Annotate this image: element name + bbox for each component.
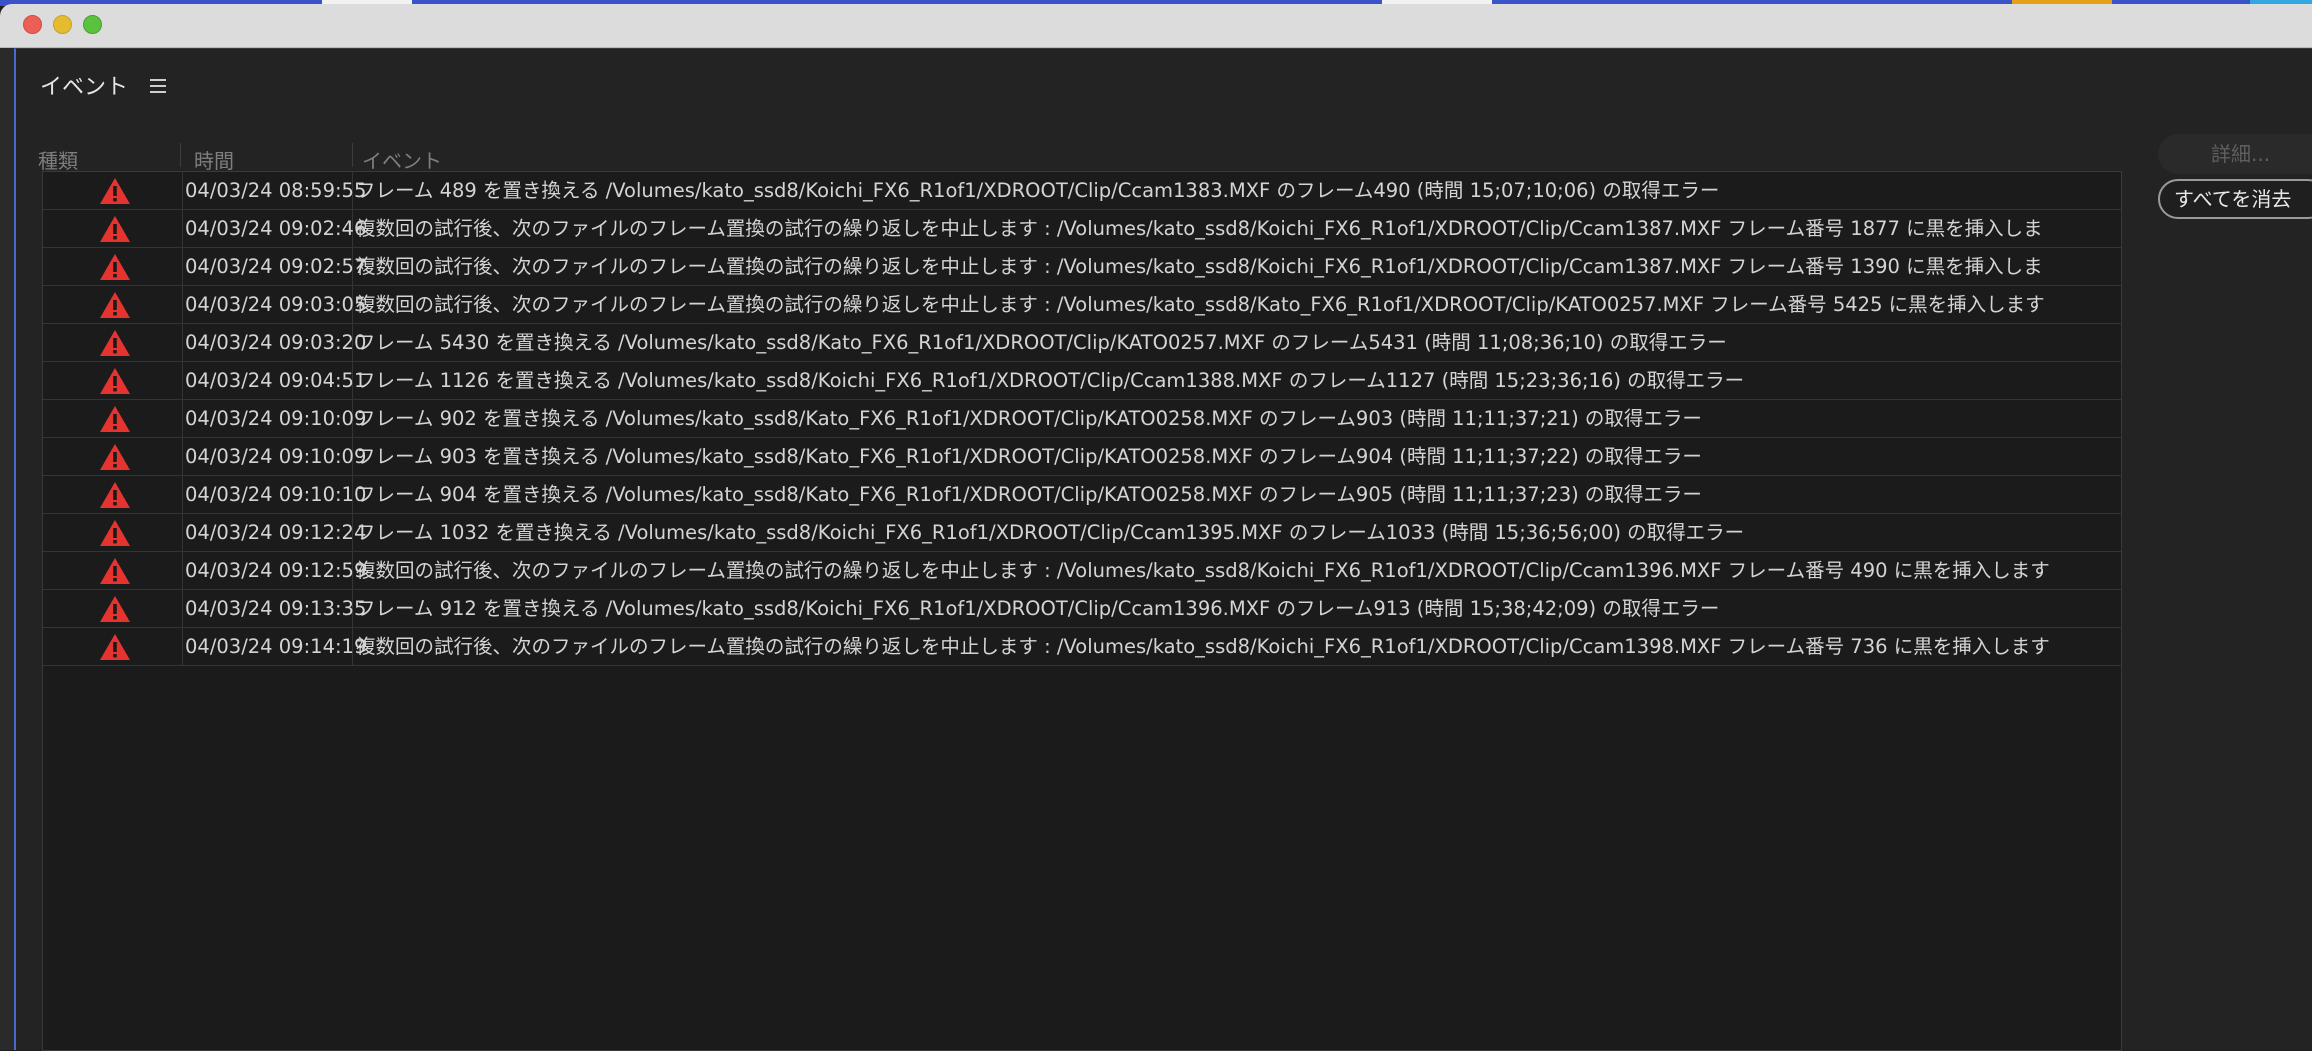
events-table: 種類 時間 イベント 04/03/24 08:59:55 フレーム 489 を置き… [28,139,2122,1051]
cell-event: フレーム 904 を置き換える /Volumes/kato_ssd8/Kato_… [356,483,1702,506]
cell-time: 04/03/24 09:10:09 [183,400,366,437]
warning-icon [100,368,130,394]
panel-title: イベント [40,75,129,100]
table-row[interactable]: 04/03/24 09:12:24 フレーム 1032 を置き換える /Volum… [43,514,2121,552]
cell-time: 04/03/24 09:10:10 [183,476,366,513]
minimize-window-button[interactable] [53,15,72,34]
table-row[interactable]: 04/03/24 08:59:55 フレーム 489 を置き換える /Volume… [43,172,2121,210]
table-row[interactable]: 04/03/24 09:03:20 フレーム 5430 を置き換える /Volum… [43,324,2121,362]
window-titlebar[interactable] [0,4,2312,48]
warning-icon [100,216,130,242]
table-row[interactable]: 04/03/24 09:10:09 フレーム 902 を置き換える /Volume… [43,400,2121,438]
cell-type [43,286,183,323]
table-row[interactable]: 04/03/24 09:10:10 フレーム 904 を置き換える /Volume… [43,476,2121,514]
cell-type [43,438,183,475]
table-row[interactable]: 04/03/24 09:13:35 フレーム 912 を置き換える /Volume… [43,590,2121,628]
cell-event: フレーム 912 を置き換える /Volumes/kato_ssd8/Koich… [356,597,1720,620]
warning-icon [100,406,130,432]
warning-icon [100,634,130,660]
table-row[interactable]: 04/03/24 09:02:57 複数回の試行後、次のファイルのフレーム置換の試… [43,248,2121,286]
warning-icon [100,292,130,318]
cell-time: 04/03/24 09:14:19 [183,628,366,665]
cell-time: 04/03/24 09:13:35 [183,590,366,627]
clear-all-button[interactable]: すべてを消去 [2158,179,2312,219]
cell-type [43,552,183,589]
cell-event: 複数回の試行後、次のファイルのフレーム置換の試行の繰り返しを中止します : /V… [356,635,2050,658]
cell-type [43,400,183,437]
table-row[interactable]: 04/03/24 09:04:51 フレーム 1126 を置き換える /Volum… [43,362,2121,400]
cell-time: 04/03/24 09:12:24 [183,514,366,551]
warning-icon [100,444,130,470]
warning-icon [100,520,130,546]
details-button[interactable]: 詳細... [2158,134,2312,174]
cell-type [43,590,183,627]
warning-icon [100,558,130,584]
cell-event: フレーム 903 を置き換える /Volumes/kato_ssd8/Kato_… [356,445,1702,468]
cell-type [43,362,183,399]
cell-type [43,210,183,247]
cell-event: フレーム 1126 を置き換える /Volumes/kato_ssd8/Koic… [356,369,1745,392]
cell-event: 複数回の試行後、次のファイルのフレーム置換の試行の繰り返しを中止します : /V… [356,559,2050,582]
table-body[interactable]: 04/03/24 08:59:55 フレーム 489 を置き換える /Volume… [42,171,2122,1051]
cell-type [43,514,183,551]
cell-type [43,628,183,665]
warning-icon [100,330,130,356]
cell-time: 04/03/24 08:59:55 [183,172,366,209]
cell-time: 04/03/24 09:03:05 [183,286,366,323]
warning-icon [100,178,130,204]
cell-time: 04/03/24 09:02:57 [183,248,366,285]
table-row[interactable]: 04/03/24 09:03:05 複数回の試行後、次のファイルのフレーム置換の試… [43,286,2121,324]
cell-time: 04/03/24 09:10:09 [183,438,366,475]
column-header-event[interactable]: イベント [362,145,442,174]
warning-icon [100,482,130,508]
cell-time: 04/03/24 09:04:51 [183,362,366,399]
background-window-edge [0,48,14,1050]
maximize-window-button[interactable] [83,15,102,34]
cell-type [43,476,183,513]
cell-time: 04/03/24 09:02:46 [183,210,366,247]
cell-event: 複数回の試行後、次のファイルのフレーム置換の試行の繰り返しを中止します : /V… [356,293,2045,316]
column-header-type[interactable]: 種類 [38,145,78,174]
cell-time: 04/03/24 09:12:59 [183,552,366,589]
cell-event: フレーム 489 を置き換える /Volumes/kato_ssd8/Koich… [356,179,1720,202]
table-header: 種類 時間 イベント [28,139,2122,173]
cell-time: 04/03/24 09:03:20 [183,324,366,361]
cell-event: フレーム 902 を置き換える /Volumes/kato_ssd8/Kato_… [356,407,1702,430]
warning-icon [100,596,130,622]
cell-type [43,324,183,361]
cell-type [43,172,183,209]
column-divider[interactable] [180,143,181,167]
close-window-button[interactable] [23,15,42,34]
cell-event: 複数回の試行後、次のファイルのフレーム置換の試行の繰り返しを中止します : /V… [356,255,2043,278]
cell-event: 複数回の試行後、次のファイルのフレーム置換の試行の繰り返しを中止します : /V… [356,217,2043,240]
table-row[interactable]: 04/03/24 09:12:59 複数回の試行後、次のファイルのフレーム置換の試… [43,552,2121,590]
cell-type [43,248,183,285]
events-panel: イベント 種類 時間 イベント 04/03/24 08:59:55 フレーム 48… [14,48,2312,1051]
cell-event: フレーム 1032 を置き換える /Volumes/kato_ssd8/Koic… [356,521,1745,544]
table-row[interactable]: 04/03/24 09:14:19 複数回の試行後、次のファイルのフレーム置換の試… [43,628,2121,666]
table-row[interactable]: 04/03/24 09:02:46 複数回の試行後、次のファイルのフレーム置換の試… [43,210,2121,248]
panel-header: イベント [40,69,168,101]
column-header-time[interactable]: 時間 [194,145,234,174]
column-divider[interactable] [352,143,353,167]
table-row[interactable]: 04/03/24 09:10:09 フレーム 903 を置き換える /Volume… [43,438,2121,476]
warning-icon [100,254,130,280]
hamburger-menu-icon[interactable] [150,79,168,93]
cell-event: フレーム 5430 を置き換える /Volumes/kato_ssd8/Kato… [356,331,1727,354]
